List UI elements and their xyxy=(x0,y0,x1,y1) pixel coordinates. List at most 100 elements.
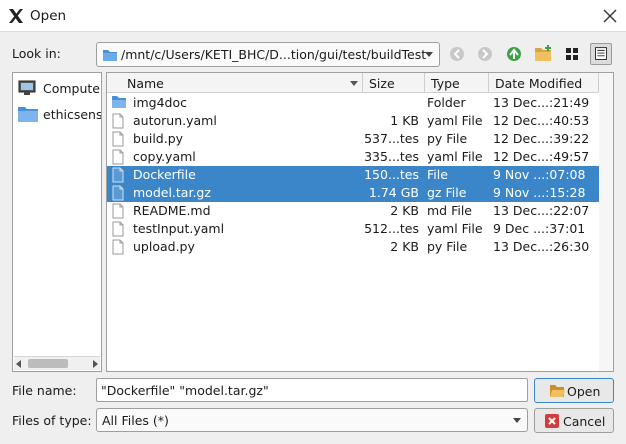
open-button-label: Open xyxy=(567,384,601,399)
table-row[interactable]: copy.yaml 335...tes yaml File 12 Dec...:49:… xyxy=(107,148,599,166)
file-type-cell: Folder xyxy=(427,95,466,110)
open-folder-icon xyxy=(550,385,565,397)
file-name-cell: img4doc xyxy=(133,95,187,110)
sidebar: Computer ethicsens xyxy=(12,72,102,372)
file-type-cell: py File xyxy=(427,131,468,146)
file-size-cell: 537...tes xyxy=(364,131,419,146)
column-header-date[interactable]: Date Modified xyxy=(489,73,599,93)
file-icon xyxy=(111,203,127,219)
file-date-cell: 12 Dec...:39:22 xyxy=(493,131,590,146)
file-type-cell: gz File xyxy=(427,185,467,200)
file-name-cell: model.tar.gz xyxy=(133,185,211,200)
scroll-thumb[interactable] xyxy=(28,359,68,368)
chevron-down-icon xyxy=(513,418,521,423)
file-name-cell: Dockerfile xyxy=(133,167,196,182)
look-in-combo[interactable]: /mnt/c/Users/KETI_BHC/D...tion/gui/test/… xyxy=(96,42,440,67)
file-name-cell: testInput.yaml xyxy=(133,221,225,236)
file-size-cell: 512...tes xyxy=(364,221,419,236)
file-icon xyxy=(111,149,127,165)
chevron-down-icon xyxy=(425,52,433,57)
table-row[interactable]: upload.py 2 KB py File 13 Dec...:26:30 xyxy=(107,238,599,256)
column-header-label: Size xyxy=(369,76,395,91)
close-icon[interactable] xyxy=(600,6,620,26)
file-size-cell: 335...tes xyxy=(364,149,419,164)
file-list-header: Name Size Type Date Modified xyxy=(107,73,613,93)
file-icon xyxy=(111,221,127,237)
back-icon[interactable] xyxy=(446,43,468,65)
column-header-label: Type xyxy=(431,76,460,91)
file-type-cell: yaml File xyxy=(427,113,483,128)
table-row[interactable]: img4doc Folder 13 Dec...:21:49 xyxy=(107,94,599,112)
file-date-cell: 9 Dec ...:37:01 xyxy=(493,221,586,236)
cancel-button-label: Cancel xyxy=(563,414,606,429)
table-row[interactable]: Dockerfile 150...tes File 9 Nov ...:07:08 xyxy=(107,166,599,184)
file-date-cell: 12 Dec...:40:53 xyxy=(493,113,590,128)
files-of-type-value: All Files (*) xyxy=(102,413,169,428)
scroll-left-icon[interactable] xyxy=(16,360,21,368)
look-in-label: Look in: xyxy=(12,46,61,61)
table-row[interactable]: build.py 537...tes py File 12 Dec...:39:22 xyxy=(107,130,599,148)
column-header-label: Name xyxy=(127,76,164,91)
scroll-right-icon[interactable] xyxy=(93,360,98,368)
file-name-cell: autorun.yaml xyxy=(133,113,217,128)
file-name-cell: build.py xyxy=(133,131,184,146)
cancel-button[interactable]: Cancel xyxy=(534,408,614,433)
file-date-cell: 13 Dec...:22:07 xyxy=(493,203,590,218)
file-icon xyxy=(111,239,127,255)
list-view-icon[interactable] xyxy=(561,43,583,65)
table-row[interactable]: model.tar.gz 1.74 GB gz File 9 Nov ...:15:2… xyxy=(107,184,599,202)
file-icon xyxy=(111,131,127,147)
column-header-size[interactable]: Size xyxy=(363,73,425,93)
file-date-cell: 12 Dec...:49:57 xyxy=(493,149,590,164)
window-title: Open xyxy=(30,8,67,24)
file-type-cell: File xyxy=(427,167,448,182)
files-of-type-combo[interactable]: All Files (*) xyxy=(96,408,528,432)
file-date-cell: 9 Nov ...:15:28 xyxy=(493,185,586,200)
computer-icon xyxy=(18,80,36,95)
files-of-type-label: Files of type: xyxy=(12,413,92,428)
file-date-cell: 9 Nov ...:07:08 xyxy=(493,167,586,182)
file-name-cell: upload.py xyxy=(133,239,195,254)
folder-icon xyxy=(111,95,127,111)
new-folder-icon[interactable] xyxy=(532,43,554,65)
forward-icon[interactable] xyxy=(474,43,496,65)
sidebar-item-label: ethicsens xyxy=(43,107,101,122)
file-list: Name Size Type Date Modified img4doc Fold… xyxy=(106,72,614,372)
file-type-cell: yaml File xyxy=(427,221,483,236)
file-size-cell: 2 KB xyxy=(390,239,419,254)
table-row[interactable]: README.md 2 KB md File 13 Dec...:22:07 xyxy=(107,202,599,220)
look-in-path: /mnt/c/Users/KETI_BHC/D...tion/gui/test/… xyxy=(121,47,427,62)
sidebar-item-label: Computer xyxy=(43,81,101,96)
file-date-cell: 13 Dec...:21:49 xyxy=(493,95,590,110)
file-type-cell: py File xyxy=(427,239,468,254)
file-size-cell: 2 KB xyxy=(390,203,419,218)
column-header-type[interactable]: Type xyxy=(425,73,489,93)
sidebar-item-ethicsens[interactable]: ethicsens xyxy=(17,101,101,127)
file-name-cell: copy.yaml xyxy=(133,149,196,164)
cancel-icon xyxy=(545,414,559,428)
file-size-cell: 1 KB xyxy=(390,113,419,128)
file-icon xyxy=(111,167,127,183)
vertical-scrollbar[interactable] xyxy=(599,73,613,371)
detail-view-icon[interactable] xyxy=(590,43,612,65)
file-date-cell: 13 Dec...:26:30 xyxy=(493,239,590,254)
open-button[interactable]: Open xyxy=(534,378,614,403)
folder-icon xyxy=(18,107,38,122)
file-icon xyxy=(111,113,127,129)
file-name-cell: README.md xyxy=(133,203,211,218)
file-size-cell: 150...tes xyxy=(364,167,419,182)
file-name-label: File name: xyxy=(12,383,77,398)
column-header-label: Date Modified xyxy=(495,76,583,91)
file-name-value: "Dockerfile" "model.tar.gz" xyxy=(101,383,269,398)
parent-dir-icon[interactable] xyxy=(503,43,525,65)
file-size-cell: 1.74 GB xyxy=(368,185,419,200)
x-logo-icon xyxy=(9,9,23,23)
table-row[interactable]: autorun.yaml 1 KB yaml File 12 Dec...:40:53 xyxy=(107,112,599,130)
title-bar: Open xyxy=(0,0,626,32)
sidebar-horizontal-scrollbar[interactable] xyxy=(14,356,100,370)
file-type-cell: md File xyxy=(427,203,473,218)
table-row[interactable]: testInput.yaml 512...tes yaml File 9 Dec ..… xyxy=(107,220,599,238)
column-header-name[interactable]: Name xyxy=(121,73,363,93)
sidebar-item-computer[interactable]: Computer xyxy=(17,75,101,101)
file-name-input[interactable]: "Dockerfile" "model.tar.gz" xyxy=(96,378,528,402)
